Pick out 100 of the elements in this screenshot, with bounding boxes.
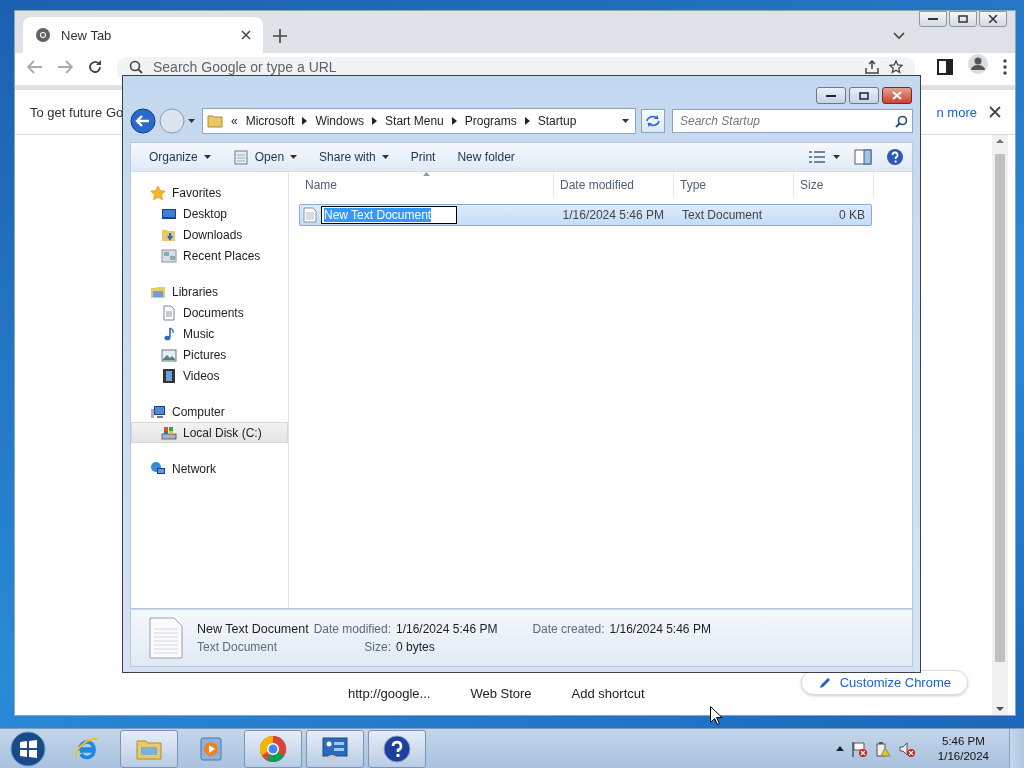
caret-icon	[381, 155, 389, 159]
maximize-icon[interactable]	[859, 91, 869, 100]
close-button[interactable]	[882, 87, 912, 104]
maximize-icon[interactable]	[958, 15, 968, 23]
column-header[interactable]: Type	[674, 172, 794, 198]
nav-item[interactable]: Documents	[131, 302, 288, 323]
chrome-icon	[35, 27, 51, 43]
nav-item[interactable]: Pictures	[131, 344, 288, 365]
profile-icon[interactable]	[967, 53, 989, 75]
side-panel-icon[interactable]	[937, 59, 953, 75]
refresh-icon[interactable]	[645, 114, 661, 128]
chevron-icon[interactable]	[372, 117, 378, 125]
detail-value: 1/16/2024 5:46 PM	[609, 622, 711, 636]
list-view-icon[interactable]	[809, 151, 825, 163]
breadcrumb-item[interactable]: Programs	[464, 114, 517, 128]
scroll-down-icon[interactable]	[996, 706, 1004, 712]
nav-item[interactable]: Desktop	[131, 203, 288, 224]
file-name: New Text Document	[197, 622, 309, 636]
network-icon	[150, 460, 166, 477]
file-row[interactable]: New Text Document 1/16/2024 5:46 PM Text Document 0 KB	[299, 204, 872, 226]
drive-icon	[161, 424, 177, 441]
pencil-icon	[817, 675, 832, 690]
taskbar-app[interactable]	[244, 729, 302, 768]
menu-icon[interactable]	[1003, 59, 1007, 75]
maximize-button[interactable]	[949, 11, 977, 27]
taskbar-app[interactable]	[368, 729, 426, 768]
column-header[interactable]: Date modified	[554, 172, 674, 198]
chevron-icon[interactable]	[524, 117, 530, 125]
text-file-icon	[303, 207, 317, 223]
nav-item[interactable]: Recent Places	[131, 245, 288, 266]
detail-label: Date modified:	[313, 622, 391, 636]
overflow-mark[interactable]: «	[231, 114, 238, 128]
flag-icon[interactable]	[849, 739, 868, 758]
scroll-up-icon[interactable]	[996, 138, 1004, 144]
chevron-down-icon[interactable]	[893, 32, 905, 40]
start-orb-icon[interactable]	[10, 730, 46, 767]
close-icon[interactable]	[988, 15, 998, 23]
clock[interactable]: 5:46 PM 1/16/2024	[931, 734, 995, 763]
power-icon[interactable]	[873, 739, 892, 758]
nav-item[interactable]: Network	[131, 458, 288, 479]
picture-icon	[161, 346, 177, 363]
nav-item[interactable]: Libraries	[131, 281, 288, 302]
maximize-button[interactable]	[849, 87, 879, 104]
toolbar-command[interactable]: Organize	[141, 147, 219, 167]
search-icon[interactable]	[895, 114, 908, 128]
shortcut-label[interactable]: Add shortcut	[571, 686, 645, 701]
caret-icon	[833, 155, 840, 159]
browser-tab[interactable]: New Tab	[23, 17, 263, 53]
share-icon[interactable]	[865, 60, 879, 74]
chrome-icon	[258, 733, 288, 764]
refresh-button[interactable]	[641, 109, 665, 133]
reload-icon[interactable]	[87, 59, 103, 75]
minimize-button[interactable]	[919, 11, 947, 27]
toolbar-command[interactable]: Share with	[311, 147, 397, 167]
nav-item[interactable]: Favorites	[131, 182, 288, 203]
column-header[interactable]: Size	[794, 172, 874, 198]
help-icon[interactable]	[886, 148, 904, 166]
breadcrumb-item[interactable]: Windows	[315, 114, 365, 128]
column-header[interactable]: Name	[299, 172, 554, 198]
nav-item[interactable]: Local Disk (C:)	[131, 422, 288, 443]
plus-icon[interactable]	[273, 29, 287, 43]
caret-icon	[290, 155, 298, 159]
close-icon[interactable]	[989, 106, 1001, 118]
detail-value: 1/16/2024 5:46 PM	[396, 622, 498, 636]
up-arrow-icon[interactable]	[835, 746, 844, 751]
breadcrumb-item[interactable]: Startup	[537, 114, 577, 128]
star-outline-icon[interactable]	[889, 60, 903, 74]
nav-item[interactable]: Computer	[131, 401, 288, 422]
recent-pages-caret-icon	[188, 119, 195, 123]
help-icon	[382, 733, 412, 764]
breadcrumb-item[interactable]: Microsoft	[245, 114, 295, 128]
nav-item[interactable]: Music	[131, 323, 288, 344]
notepad-icon	[232, 149, 249, 165]
detail-label: Size:	[363, 640, 391, 654]
learn-more-link[interactable]: n more	[936, 104, 977, 120]
preview-pane-icon[interactable]	[854, 149, 872, 165]
type-cell-text: Text Document	[680, 208, 763, 222]
close-button[interactable]	[979, 11, 1007, 27]
recent-places-icon	[161, 247, 177, 264]
shortcut-label[interactable]: Web Store	[470, 686, 532, 701]
toolbar-command[interactable]: Print	[402, 147, 444, 167]
scrollbar[interactable]	[992, 135, 1008, 715]
computer-icon	[150, 403, 166, 420]
back-button-icon[interactable]	[130, 108, 156, 134]
address-bar[interactable]: « Microsoft Windows Start Menu Programs Startup	[202, 108, 636, 134]
search-field[interactable]: Search Startup	[680, 114, 895, 128]
toolbar-command[interactable]: New folder	[449, 147, 523, 167]
shortcut-label[interactable]: http://google...	[348, 686, 431, 701]
minimize-icon[interactable]	[928, 17, 938, 21]
search-box[interactable]: Search Startup	[672, 109, 913, 133]
toolbar-command[interactable]: Open	[224, 146, 306, 168]
taskbar-app[interactable]	[306, 729, 364, 768]
nav-item[interactable]: Videos	[131, 365, 288, 386]
minimize-button[interactable]	[816, 87, 846, 104]
close-icon[interactable]	[241, 30, 251, 40]
size-cell-text: 0 KB	[837, 208, 866, 222]
nav-item[interactable]: Downloads	[131, 224, 288, 245]
chevron-icon[interactable]	[451, 117, 457, 125]
chevron-icon[interactable]	[302, 117, 308, 125]
breadcrumb-item[interactable]: Start Menu	[385, 114, 444, 128]
